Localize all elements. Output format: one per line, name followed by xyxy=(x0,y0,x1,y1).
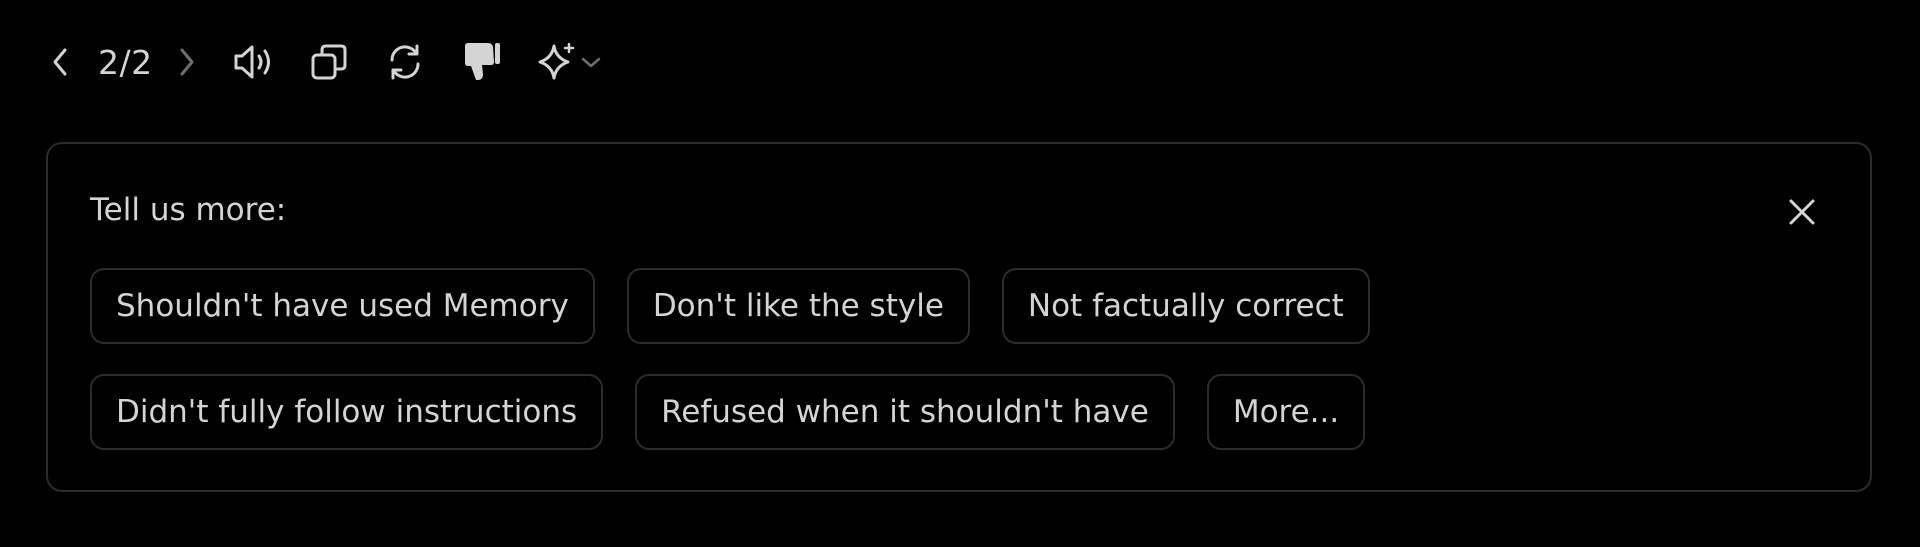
message-action-toolbar: 2/2 xyxy=(44,34,607,90)
thumbs-down-button[interactable] xyxy=(459,34,503,90)
feedback-panel: Tell us more: Shouldn't have used Memory… xyxy=(46,142,1872,492)
feedback-options: Shouldn't have used Memory Don't like th… xyxy=(90,268,1590,480)
feedback-options-row: Didn't fully follow instructions Refused… xyxy=(90,374,1590,450)
response-pager-count: 2/2 xyxy=(98,42,153,82)
feedback-options-row: Shouldn't have used Memory Don't like th… xyxy=(90,268,1590,344)
copy-button[interactable] xyxy=(307,34,351,90)
regenerate-button[interactable] xyxy=(383,34,427,90)
chevron-down-icon xyxy=(581,57,600,68)
regenerate-icon xyxy=(390,44,420,80)
feedback-title: Tell us more: xyxy=(90,192,287,228)
sparkle-icon xyxy=(538,42,574,80)
feedback-chip-factual[interactable]: Not factually correct xyxy=(1001,268,1370,344)
feedback-chip-refused[interactable]: Refused when it shouldn't have xyxy=(635,374,1175,450)
close-icon xyxy=(1789,199,1815,225)
model-switcher-button[interactable] xyxy=(533,34,607,90)
speaker-icon xyxy=(234,45,270,79)
chevron-right-icon xyxy=(180,48,194,76)
next-response-button[interactable] xyxy=(171,34,203,90)
copy-icon xyxy=(311,44,347,80)
close-feedback-button[interactable] xyxy=(1782,192,1822,232)
feedback-chip-more[interactable]: More... xyxy=(1206,374,1366,450)
read-aloud-button[interactable] xyxy=(229,34,281,90)
previous-response-button[interactable] xyxy=(44,34,76,90)
feedback-chip-memory[interactable]: Shouldn't have used Memory xyxy=(90,268,595,344)
feedback-chip-style[interactable]: Don't like the style xyxy=(626,268,970,344)
chevron-left-icon xyxy=(53,48,67,76)
feedback-chip-instructions[interactable]: Didn't fully follow instructions xyxy=(90,374,604,450)
thumbs-down-icon xyxy=(464,43,500,80)
